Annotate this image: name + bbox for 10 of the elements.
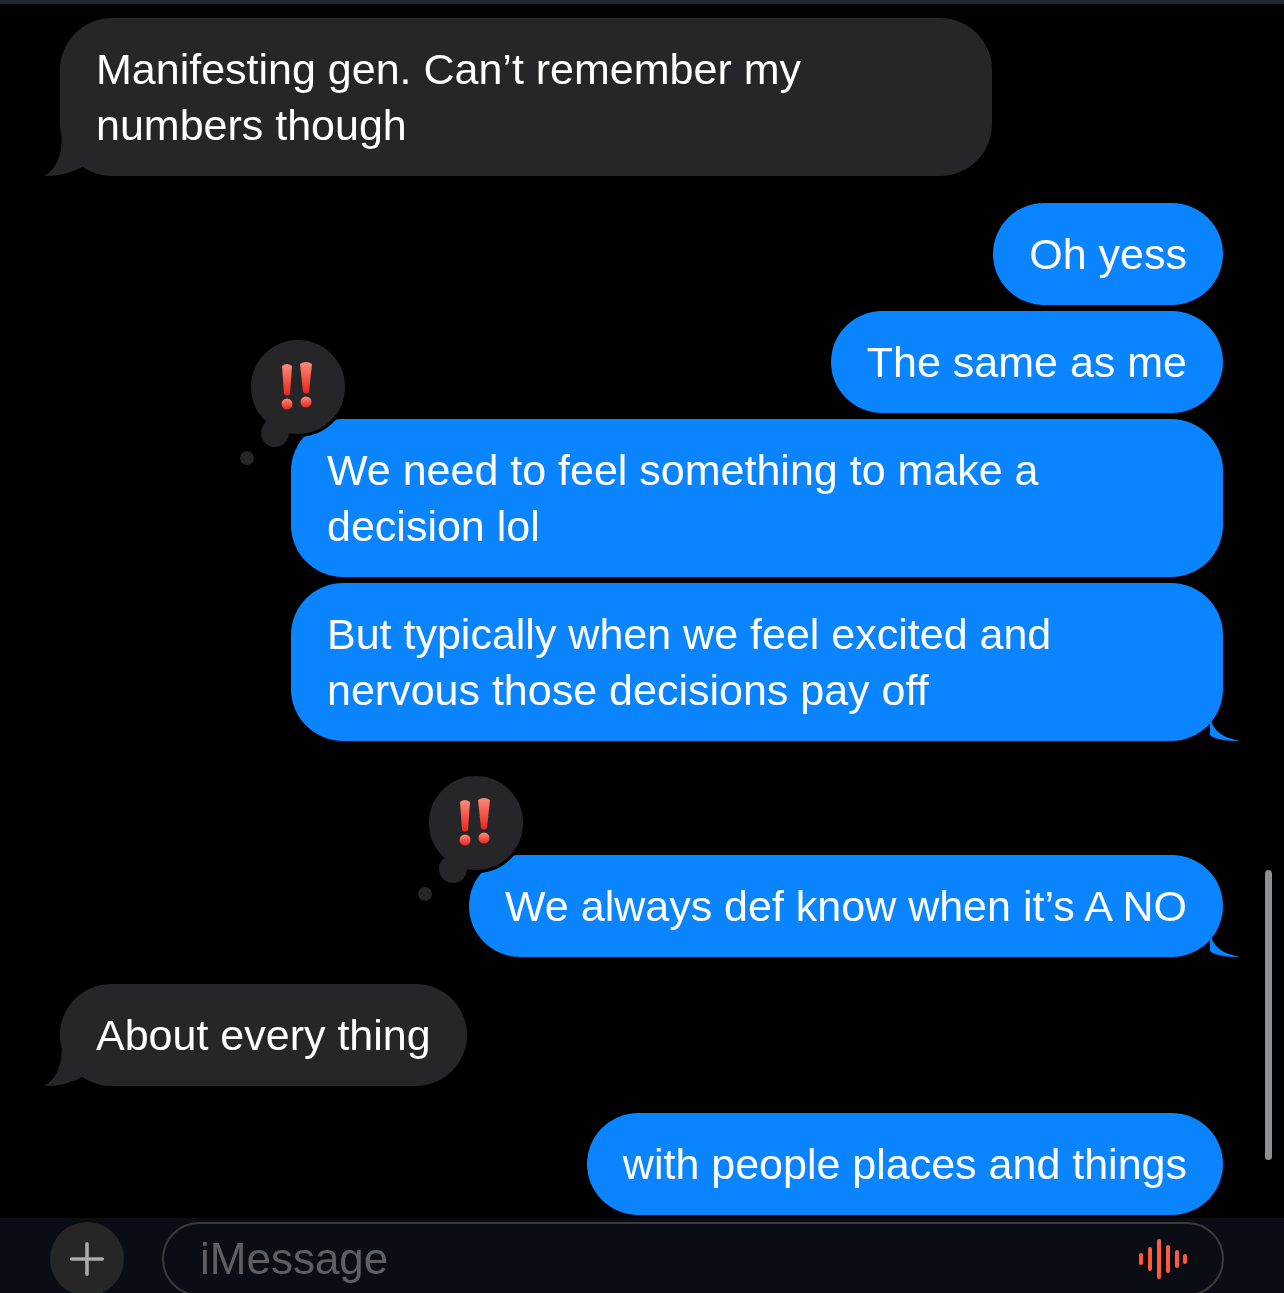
plus-icon (69, 1241, 105, 1277)
tapback-tail-dot (418, 887, 433, 901)
tapback-tail-dot (240, 451, 254, 465)
message-bubble: Oh yess (993, 203, 1223, 305)
scrollbar[interactable] (1265, 870, 1272, 1160)
message-field[interactable]: iMessage (162, 1222, 1224, 1293)
message-bubble: The same as me (830, 311, 1223, 413)
bubble-tail (44, 136, 84, 176)
audio-waveform-icon[interactable] (1138, 1239, 1188, 1279)
message-bubble: with people places and things (586, 1113, 1223, 1215)
